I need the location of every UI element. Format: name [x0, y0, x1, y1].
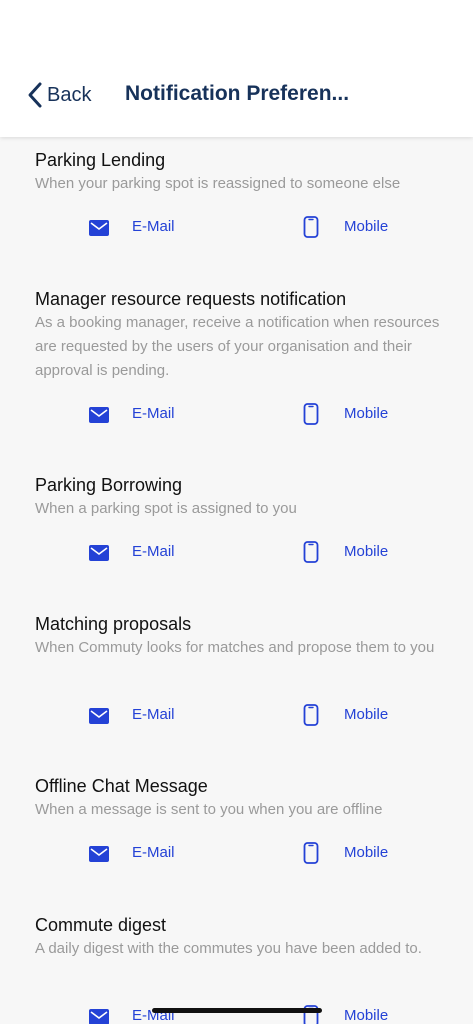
section-description: When Commuty looks for matches and propo…	[35, 639, 435, 656]
section-description: A daily digest with the commutes you hav…	[35, 940, 422, 957]
mail-icon	[89, 708, 109, 724]
notification-preferences-list[interactable]: Parking Lending When your parking spot i…	[0, 137, 473, 1024]
mail-icon	[89, 1009, 109, 1024]
mobile-toggle[interactable]: Mobile	[303, 841, 388, 865]
email-toggle[interactable]: E-Mail	[89, 540, 175, 564]
mobile-label: Mobile	[344, 844, 389, 861]
mail-icon	[89, 220, 109, 236]
mobile-label: Mobile	[344, 706, 389, 723]
section-title: Manager resource requests notification	[35, 289, 347, 309]
section-description: When your parking spot is reassigned to …	[35, 175, 401, 192]
mail-icon	[89, 407, 109, 423]
email-label: E-Mail	[132, 706, 175, 723]
mail-icon	[89, 545, 109, 561]
chevron-left-icon	[28, 82, 42, 108]
email-label: E-Mail	[132, 218, 175, 235]
mobile-toggle[interactable]: Mobile	[303, 1004, 388, 1024]
smartphone-icon	[303, 842, 319, 864]
section-title: Matching proposals	[35, 614, 192, 634]
email-toggle[interactable]: E-Mail	[89, 402, 175, 426]
back-label: Back	[47, 83, 92, 106]
preference-section-matching-proposals: Matching proposals When Commuty looks fo…	[35, 613, 450, 660]
mobile-label: Mobile	[344, 405, 389, 422]
preference-section-manager-resource-requests: Manager resource requests notification A…	[35, 288, 450, 383]
section-title: Parking Lending	[35, 150, 166, 170]
page-title: Notification Preferen...	[125, 82, 350, 105]
section-description: When a parking spot is assigned to you	[35, 500, 297, 517]
section-title: Parking Borrowing	[35, 475, 183, 495]
smartphone-icon	[303, 704, 319, 726]
email-toggle[interactable]: E-Mail	[89, 215, 175, 239]
section-description: When a message is sent to you when you a…	[35, 801, 383, 818]
preference-section-commute-digest: Commute digest A daily digest with the c…	[35, 914, 450, 961]
email-label: E-Mail	[132, 405, 175, 422]
smartphone-icon	[303, 216, 319, 238]
mobile-toggle[interactable]: Mobile	[303, 402, 388, 426]
preference-section-offline-chat-message: Offline Chat Message When a message is s…	[35, 775, 450, 822]
channel-row: E-Mail Mobile	[35, 1004, 450, 1024]
home-indicator[interactable]	[152, 1008, 322, 1013]
email-label: E-Mail	[132, 844, 175, 861]
preference-section-parking-borrowing: Parking Borrowing When a parking spot is…	[35, 474, 450, 521]
email-toggle[interactable]: E-Mail	[89, 841, 175, 865]
mail-icon	[89, 846, 109, 862]
channel-row: E-Mail Mobile	[35, 540, 450, 564]
preference-section-parking-lending: Parking Lending When your parking spot i…	[35, 149, 450, 196]
section-title: Commute digest	[35, 915, 167, 935]
channel-row: E-Mail Mobile	[35, 215, 450, 239]
back-button[interactable]: Back	[26, 80, 91, 110]
section-title: Offline Chat Message	[35, 776, 208, 796]
email-toggle[interactable]: E-Mail	[89, 703, 175, 727]
smartphone-icon	[303, 403, 319, 425]
channel-row: E-Mail Mobile	[35, 841, 450, 865]
email-toggle[interactable]: E-Mail	[89, 1004, 175, 1024]
email-label: E-Mail	[132, 543, 175, 560]
smartphone-icon	[303, 541, 319, 563]
section-description: As a booking manager, receive a notifica…	[35, 314, 440, 379]
mobile-toggle[interactable]: Mobile	[303, 215, 388, 239]
mobile-label: Mobile	[344, 218, 389, 235]
channel-row: E-Mail Mobile	[35, 402, 450, 426]
mobile-label: Mobile	[344, 543, 389, 560]
mobile-toggle[interactable]: Mobile	[303, 540, 388, 564]
mobile-label: Mobile	[344, 1007, 389, 1024]
mobile-toggle[interactable]: Mobile	[303, 703, 388, 727]
top-header: Back Notification Preferen...	[0, 0, 473, 137]
channel-row: E-Mail Mobile	[35, 703, 450, 727]
